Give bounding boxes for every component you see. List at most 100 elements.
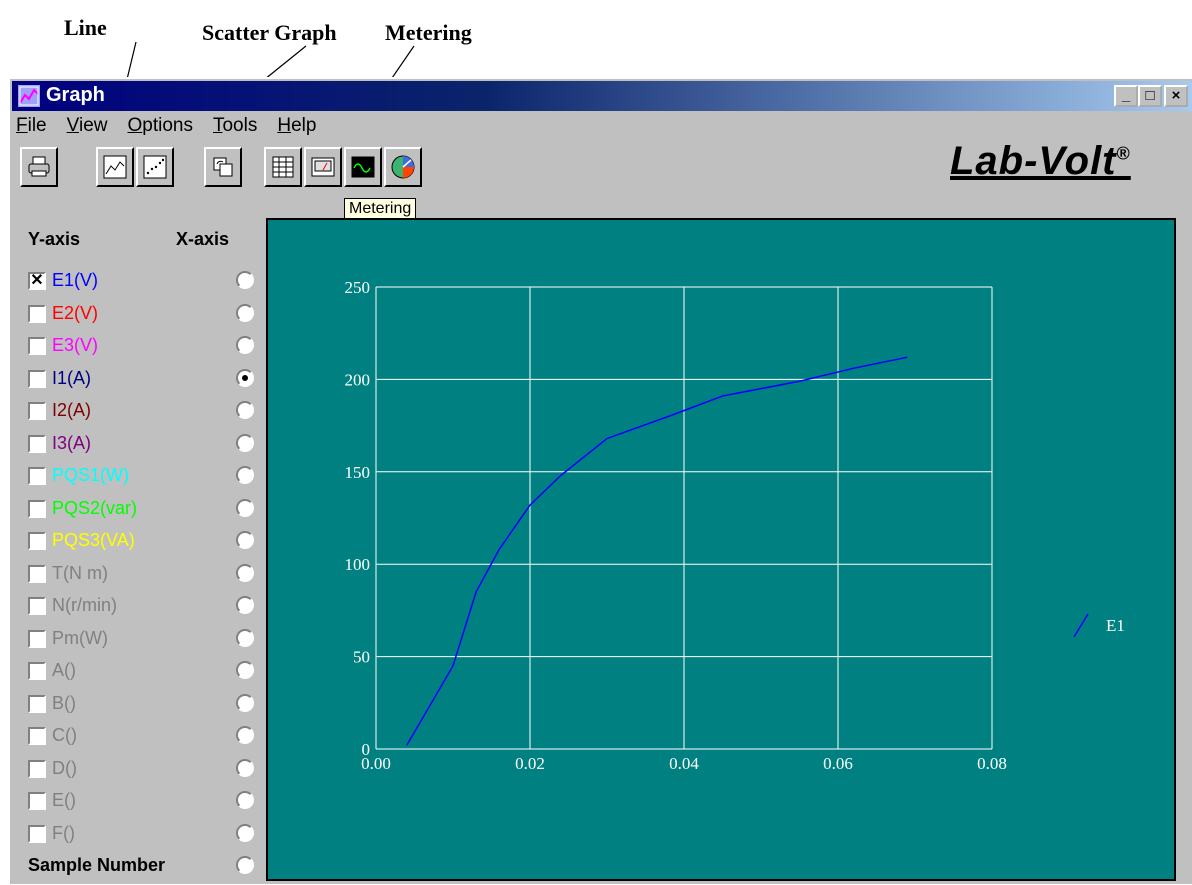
variable-label: E2(V) <box>52 302 99 323</box>
radio-selected-dot <box>242 374 248 381</box>
menu-help[interactable]: Help <box>277 115 316 136</box>
x-axis-radio[interactable] <box>236 303 254 322</box>
x-axis-radio[interactable] <box>236 628 254 647</box>
x-axis-radio[interactable] <box>236 498 254 517</box>
variable-row: Pm(W) <box>28 628 256 658</box>
x-axis-radio[interactable] <box>236 271 254 289</box>
menu-view[interactable]: View <box>67 115 108 136</box>
variable-label: T(N m) <box>52 562 108 583</box>
y-axis-checkbox[interactable] <box>28 629 46 648</box>
y-axis-checkbox[interactable] <box>28 369 46 388</box>
y-tick-label: 100 <box>345 555 371 574</box>
x-axis-radio[interactable] <box>236 336 254 354</box>
x-axis-radio[interactable] <box>236 433 254 452</box>
variable-label: PQS2(var) <box>52 497 138 518</box>
x-axis-radio[interactable] <box>236 466 254 484</box>
metering-tooltip: Metering <box>344 198 417 220</box>
variable-label: F() <box>52 822 75 843</box>
variable-label: E3(V) <box>52 335 99 355</box>
sample-number-label: Sample Number <box>28 855 166 875</box>
menu-tools[interactable]: Tools <box>213 115 257 136</box>
y-axis-checkbox[interactable] <box>28 727 46 745</box>
menu-file[interactable]: File <box>16 115 47 136</box>
registered-mark: ® <box>1116 143 1131 164</box>
table-icon <box>272 156 294 178</box>
legend-label: E1 <box>1106 616 1125 635</box>
y-axis-checkbox[interactable]: ✕ <box>28 272 46 290</box>
x-axis-radio[interactable] <box>236 856 254 874</box>
y-tick-label: 150 <box>345 463 371 482</box>
meter-button[interactable] <box>304 147 342 187</box>
variable-label: A() <box>52 660 76 680</box>
y-axis-checkbox[interactable] <box>28 467 46 485</box>
sample-number-row: Sample Number <box>28 855 256 885</box>
y-axis-checkbox[interactable] <box>28 792 46 810</box>
x-axis-radio[interactable] <box>236 596 254 614</box>
scatter-graph-icon <box>143 155 167 179</box>
print-button[interactable] <box>20 147 58 187</box>
variable-row: E3(V) <box>28 335 256 365</box>
y-axis-checkbox[interactable] <box>28 759 46 778</box>
metering-button[interactable] <box>344 147 382 187</box>
y-axis-checkbox[interactable] <box>28 662 46 680</box>
x-axis-radio[interactable] <box>236 758 254 777</box>
y-axis-checkbox[interactable] <box>28 694 46 713</box>
maximize-button[interactable]: □ <box>1138 85 1162 107</box>
y-axis-checkbox[interactable] <box>28 597 46 615</box>
x-axis-radio[interactable] <box>236 401 254 419</box>
refresh-button[interactable] <box>204 147 242 187</box>
variable-row: E2(V) <box>28 303 256 333</box>
variable-label: Pm(W) <box>52 627 108 648</box>
metering-icon <box>351 156 375 178</box>
variable-label: N(r/min) <box>52 595 117 615</box>
x-tick-label: 0.08 <box>977 754 1007 773</box>
x-axis-radio[interactable] <box>236 791 254 809</box>
x-axis-radio[interactable] <box>236 368 254 387</box>
graph-app-icon <box>18 85 40 107</box>
variable-row: ✕ E1(V) <box>28 270 256 300</box>
y-tick-label: 200 <box>345 370 371 389</box>
y-tick-label: 50 <box>353 648 370 667</box>
line-graph-button[interactable] <box>96 147 134 187</box>
variable-label: C() <box>52 725 77 745</box>
variable-label: E1(V) <box>52 270 99 290</box>
x-axis-radio[interactable] <box>236 823 254 842</box>
variable-row: I3(A) <box>28 433 256 463</box>
callout-metering: Metering <box>385 20 472 45</box>
phasor-icon <box>391 155 415 179</box>
callout-scatter-graph: Scatter Graph <box>202 20 337 45</box>
y-axis-checkbox[interactable] <box>28 337 46 355</box>
legend-swatch <box>1073 613 1089 638</box>
y-axis-checkbox[interactable] <box>28 824 46 843</box>
variable-row: E() <box>28 790 256 820</box>
x-axis-radio[interactable] <box>236 693 254 712</box>
y-axis-checkbox[interactable] <box>28 402 46 420</box>
variable-row: D() <box>28 758 256 788</box>
variable-label: I2(A) <box>52 400 92 420</box>
x-axis-radio[interactable] <box>236 726 254 744</box>
x-axis-radio[interactable] <box>236 531 254 549</box>
variable-row: PQS2(var) <box>28 498 256 528</box>
y-tick-label: 250 <box>345 278 371 297</box>
x-axis-radio[interactable] <box>236 661 254 679</box>
y-axis-checkbox[interactable] <box>28 434 46 453</box>
x-axis-radio[interactable] <box>236 563 254 582</box>
table-button[interactable] <box>264 147 302 187</box>
variable-row: PQS1(W) <box>28 465 256 495</box>
scatter-graph-button[interactable] <box>136 147 174 187</box>
minimize-button[interactable]: _ <box>1114 85 1138 107</box>
y-axis-checkbox[interactable] <box>28 532 46 550</box>
variable-row: C() <box>28 725 256 755</box>
y-axis-checkbox[interactable] <box>28 499 46 518</box>
meter-icon <box>311 157 335 177</box>
y-axis-checkbox[interactable] <box>28 304 46 323</box>
menu-options[interactable]: Options <box>127 115 192 136</box>
phasor-button[interactable] <box>384 147 422 187</box>
print-icon <box>28 156 50 177</box>
y-axis-checkbox[interactable] <box>28 564 46 583</box>
variable-row: A() <box>28 660 256 690</box>
title-bar[interactable]: Graph _ □ × <box>12 81 1192 111</box>
variable-row: PQS3(VA) <box>28 530 256 560</box>
close-button[interactable]: × <box>1164 85 1188 107</box>
variable-row: I2(A) <box>28 400 256 430</box>
